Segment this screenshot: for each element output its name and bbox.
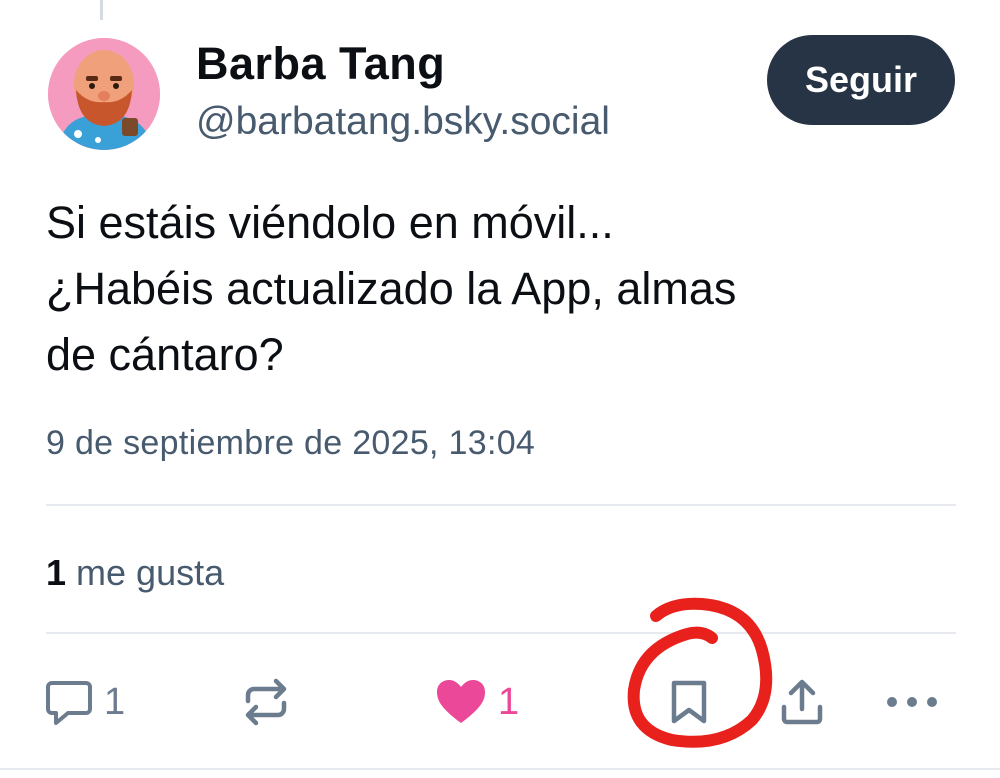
author-display-name[interactable]: Barba Tang [196,38,445,90]
repost-button[interactable] [240,670,292,734]
thread-line [100,0,103,20]
reply-count: 1 [104,680,126,723]
avatar[interactable] [48,38,160,150]
likes-count: 1 [46,552,67,593]
share-icon [781,679,823,725]
reply-icon [46,681,92,725]
likes-label: me gusta [76,552,225,593]
more-icon [887,697,937,707]
share-button[interactable] [778,670,826,734]
post-text-line: Si estáis viéndolo en móvil... [46,197,614,248]
more-options-button[interactable] [884,670,940,734]
post-text: Si estáis viéndolo en móvil... ¿Habéis a… [46,190,946,388]
bookmark-icon [671,680,707,724]
post-timestamp[interactable]: 9 de septiembre de 2025, 13:04 [46,424,535,463]
repost-icon [245,678,287,726]
divider [46,504,956,506]
reply-button[interactable]: 1 [44,670,125,734]
bookmark-button[interactable] [668,670,710,734]
divider [46,632,956,634]
avatar-illustration [48,38,160,150]
like-count: 1 [498,680,520,723]
post-text-line: de cántaro? [46,329,284,380]
divider [0,768,1000,770]
like-button[interactable]: 1 [434,670,519,734]
follow-button[interactable]: Seguir [767,35,955,125]
post-text-line: ¿Habéis actualizado la App, almas [46,263,737,314]
likes-summary[interactable]: 1 me gusta [46,552,224,594]
author-handle[interactable]: @barbatang.bsky.social [196,100,610,144]
heart-icon [437,680,485,723]
